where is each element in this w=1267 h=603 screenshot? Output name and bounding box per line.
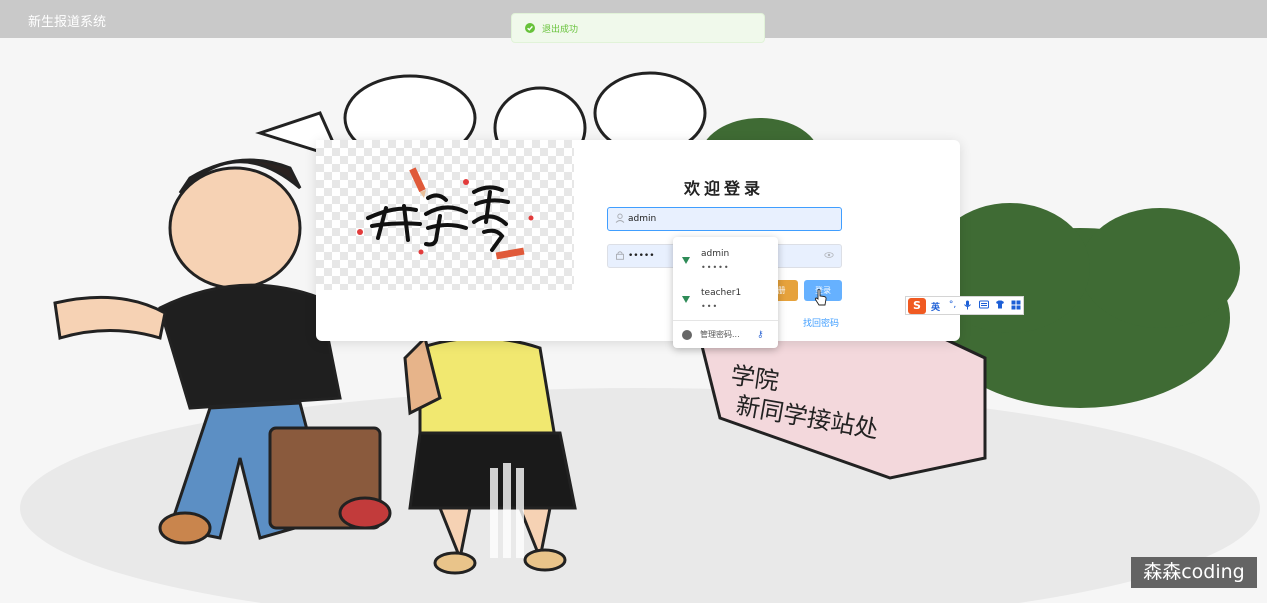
- keyboard-icon[interactable]: [978, 300, 989, 311]
- toast-message: 退出成功: [542, 25, 579, 35]
- username-field[interactable]: [607, 207, 842, 231]
- username-input[interactable]: [628, 211, 818, 227]
- app-title: 新生报道系统: [28, 15, 107, 30]
- success-toast: 退出成功: [511, 13, 765, 43]
- find-password-link[interactable]: 找回密码: [803, 316, 839, 329]
- login-title: 欢迎登录: [684, 179, 765, 198]
- lock-icon: [614, 250, 626, 262]
- autofill-username: teacher1: [701, 288, 742, 298]
- manage-passwords-item[interactable]: 管理密码... ⚷: [673, 325, 778, 345]
- shirt-icon[interactable]: [994, 300, 1005, 311]
- hand-cursor-icon: [814, 289, 827, 306]
- punctuation-icon[interactable]: °,: [947, 300, 958, 311]
- autofill-entry-teacher1[interactable]: teacher1 •••: [673, 278, 778, 316]
- autofill-username: admin: [701, 249, 730, 259]
- autofill-password-mask: •••••: [701, 263, 730, 272]
- eye-icon[interactable]: [823, 250, 835, 262]
- key-icon: [682, 257, 690, 264]
- autofill-password-mask: •••: [701, 302, 719, 311]
- mic-icon[interactable]: [962, 300, 973, 311]
- watermark: 森森coding: [1131, 557, 1257, 588]
- sogou-logo-icon[interactable]: S: [908, 298, 926, 314]
- school-season-image: [316, 140, 574, 290]
- login-card: 欢迎登录 册 登录 找回密码: [316, 140, 960, 341]
- ime-language-toggle[interactable]: 英: [931, 300, 940, 313]
- autofill-divider: [673, 320, 778, 321]
- check-circle-icon: [525, 23, 535, 33]
- manage-passwords-label: 管理密码...: [700, 330, 740, 339]
- password-autofill-dropdown: admin ••••• teacher1 ••• 管理密码... ⚷: [673, 237, 778, 348]
- user-icon: [614, 213, 626, 225]
- google-icon: [682, 330, 692, 340]
- ime-toolbar[interactable]: S 英 °,: [905, 296, 1024, 315]
- grid-icon[interactable]: [1010, 300, 1021, 311]
- key-icon: [682, 296, 690, 303]
- key-icon: ⚷: [757, 330, 764, 340]
- autofill-entry-admin[interactable]: admin •••••: [673, 239, 778, 277]
